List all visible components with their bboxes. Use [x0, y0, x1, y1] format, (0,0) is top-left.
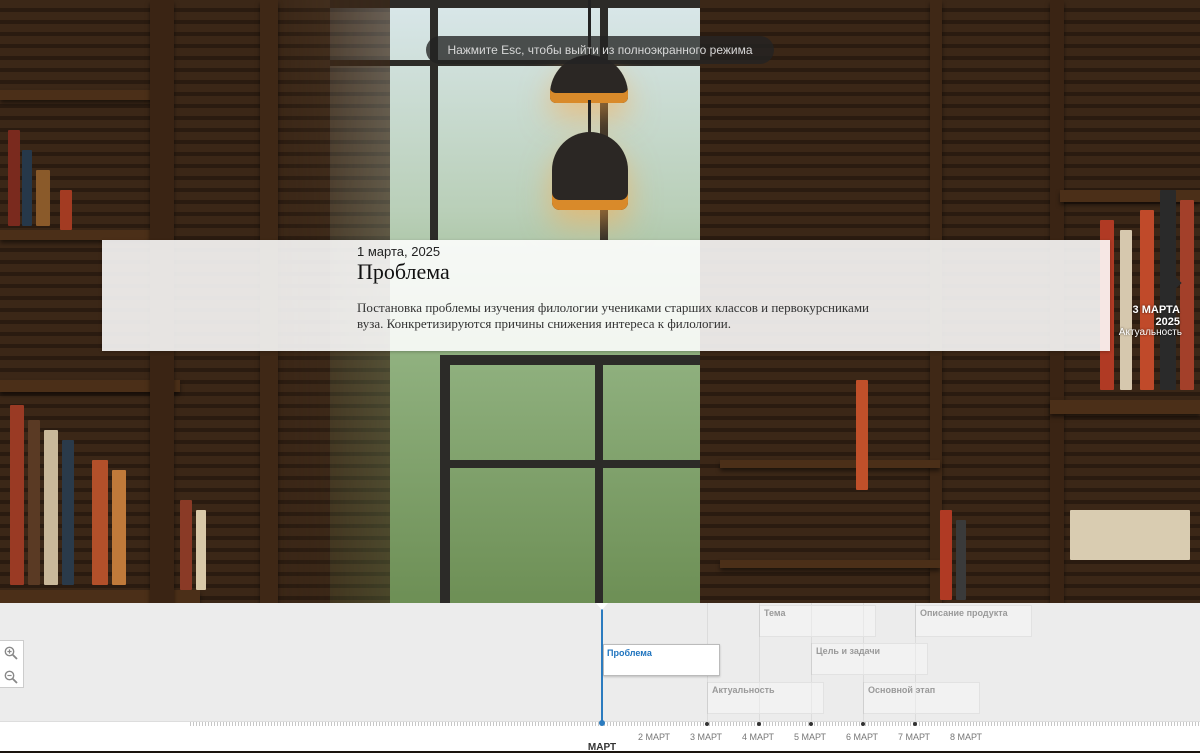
slide-card: 1 марта, 2025 Проблема Постановка пробле…: [102, 240, 1110, 351]
zoom-out-icon: [4, 670, 18, 684]
next-slide-date: 3 МАРТА 2025: [1132, 304, 1180, 328]
zoom-controls: [0, 640, 24, 688]
lamp: [552, 132, 628, 210]
timeline-nav[interactable]: Тема Описание продукта Цель и задачи Акт…: [0, 603, 1200, 753]
fullscreen-exit-hint: Нажмите Esc, чтобы выйти из полноэкранно…: [426, 36, 774, 64]
timeline-marker-osnovnoy[interactable]: Основной этап: [863, 682, 980, 714]
timeline-marker-tema[interactable]: Тема: [759, 605, 876, 637]
marker-label: Тема: [764, 608, 786, 618]
next-slide-title: Актуальность: [1118, 327, 1182, 338]
tick-label: 2 МАРТ: [637, 732, 671, 742]
zoom-in-button[interactable]: [0, 641, 23, 664]
zoom-in-icon: [4, 646, 18, 660]
timeline-marker-cel[interactable]: Цель и задачи: [811, 643, 928, 675]
minor-ticks: [190, 722, 1200, 726]
marker-label-active: Проблема: [607, 648, 652, 658]
current-position-dot: [599, 720, 605, 726]
slide-date: 1 марта, 2025: [357, 244, 441, 259]
tick-label: 4 МАРТ: [741, 732, 775, 742]
chevron-right-icon: [1162, 268, 1182, 298]
tick-label: 8 МАРТ: [949, 732, 983, 742]
tick-label: 6 МАРТ: [845, 732, 879, 742]
timeline-marker-aktualnost[interactable]: Актуальность: [707, 682, 824, 714]
slide-title: Проблема: [357, 259, 450, 284]
tick-label: 7 МАРТ: [897, 732, 931, 742]
current-position-line: [601, 607, 603, 723]
zoom-out-button[interactable]: [0, 665, 23, 688]
month-label: МАРТ: [587, 742, 617, 753]
slide-text: Постановка проблемы изучения филологии у…: [357, 300, 870, 331]
timeline-markers-area: Тема Описание продукта Цель и задачи Акт…: [0, 603, 1200, 721]
marker-label: Актуальность: [712, 685, 775, 695]
marker-label: Описание продукта: [920, 608, 1008, 618]
tick-label: 5 МАРТ: [793, 732, 827, 742]
marker-label: Цель и задачи: [816, 646, 881, 656]
timeline-marker-opisanie[interactable]: Описание продукта: [915, 605, 1032, 637]
tick-label: 3 МАРТ: [689, 732, 723, 742]
current-position-notch: [596, 603, 608, 610]
timeline-marker-problema[interactable]: Проблема: [603, 644, 720, 676]
marker-label: Основной этап: [868, 685, 936, 695]
next-slide-button[interactable]: 3 МАРТА 2025 Актуальность: [1119, 268, 1194, 342]
